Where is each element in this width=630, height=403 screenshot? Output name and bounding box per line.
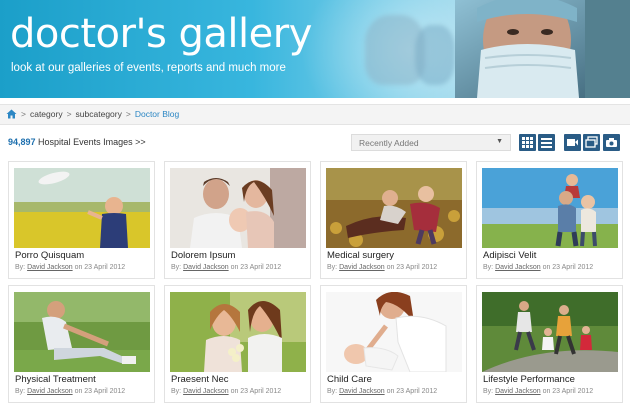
- card-thumbnail[interactable]: [170, 292, 306, 372]
- sort-selected-value: Recently Added: [359, 138, 419, 148]
- video-icon: [567, 139, 578, 146]
- list-view-button[interactable]: [538, 134, 555, 151]
- card-author-link[interactable]: David Jackson: [183, 264, 229, 271]
- card-date: on 23 April 2012: [542, 388, 594, 395]
- card-title[interactable]: Child Care: [327, 374, 372, 385]
- card-thumbnail[interactable]: [14, 168, 150, 248]
- card-thumbnail[interactable]: [14, 292, 150, 372]
- card-meta: By: David Jackson on 23 April 2012: [483, 388, 593, 395]
- card-meta: By: David Jackson on 23 April 2012: [327, 388, 437, 395]
- grid-view-button[interactable]: [519, 134, 536, 151]
- family-portrait-image: [170, 168, 306, 248]
- card-date: on 23 April 2012: [542, 264, 594, 271]
- breadcrumb-item-category[interactable]: category: [30, 109, 63, 119]
- card-author-link[interactable]: David Jackson: [339, 264, 385, 271]
- card-meta: By: David Jackson on 23 April 2012: [171, 388, 281, 395]
- card-title[interactable]: Dolorem Ipsum: [171, 250, 235, 261]
- card-title[interactable]: Porro Quisquam: [15, 250, 84, 261]
- breadcrumb-item-subcategory[interactable]: subcategory: [76, 109, 122, 119]
- card-by-label: By:: [171, 264, 182, 271]
- card-author-link[interactable]: David Jackson: [183, 388, 229, 395]
- card-by-label: By:: [483, 264, 494, 271]
- gallery-card[interactable]: Medical surgery By: David Jackson on 23 …: [320, 161, 467, 279]
- slideshow-filter-button[interactable]: [583, 134, 600, 151]
- card-thumbnail[interactable]: [326, 168, 462, 248]
- card-date: on 23 April 2012: [230, 388, 282, 395]
- grid-view-icon: [522, 137, 533, 148]
- breadcrumb-separator: >: [125, 109, 131, 119]
- card-thumbnail[interactable]: [326, 292, 462, 372]
- list-view-icon: [541, 138, 552, 148]
- card-title[interactable]: Medical surgery: [327, 250, 394, 261]
- slideshow-icon: [585, 136, 598, 148]
- card-thumbnail[interactable]: [170, 168, 306, 248]
- card-title[interactable]: Lifestyle Performance: [483, 374, 575, 385]
- boy-in-field-image: [14, 168, 150, 248]
- result-count-label: Hospital Events Images: [38, 137, 133, 147]
- gallery-card[interactable]: Adipisci Velit By: David Jackson on 23 A…: [476, 161, 623, 279]
- result-count: 94,897 Hospital Events Images >>: [8, 137, 146, 147]
- family-outdoors-image: [482, 168, 618, 248]
- card-author-link[interactable]: David Jackson: [27, 388, 73, 395]
- header-banner: doctor's gallery look at our galleries o…: [0, 0, 630, 98]
- card-author-link[interactable]: David Jackson: [495, 388, 541, 395]
- card-title[interactable]: Praesent Nec: [171, 374, 229, 385]
- card-meta: By: David Jackson on 23 April 2012: [171, 264, 281, 271]
- breadcrumb-separator: >: [21, 109, 26, 119]
- gallery-card[interactable]: Porro Quisquam By: David Jackson on 23 A…: [8, 161, 155, 279]
- card-by-label: By:: [327, 388, 338, 395]
- card-author-link[interactable]: David Jackson: [339, 388, 385, 395]
- card-author-link[interactable]: David Jackson: [495, 264, 541, 271]
- page-title: doctor's gallery: [10, 11, 312, 57]
- card-by-label: By:: [327, 264, 338, 271]
- family-autumn-leaves-image: [326, 168, 462, 248]
- doctor-photo: [455, 0, 630, 98]
- card-by-label: By:: [15, 264, 26, 271]
- card-by-label: By:: [171, 388, 182, 395]
- breadcrumb: > category > subcategory > Doctor Blog: [6, 109, 179, 119]
- card-thumbnail[interactable]: [482, 168, 618, 248]
- card-by-label: By:: [15, 388, 26, 395]
- gallery-card[interactable]: Physical Treatment By: David Jackson on …: [8, 285, 155, 403]
- gallery-card[interactable]: Praesent Nec By: David Jackson on 23 Apr…: [164, 285, 311, 403]
- breadcrumb-separator: >: [66, 109, 72, 119]
- sort-select[interactable]: Recently Added ▼: [351, 134, 511, 151]
- card-title[interactable]: Physical Treatment: [15, 374, 96, 385]
- expand-arrows[interactable]: >>: [135, 137, 146, 147]
- gallery-card[interactable]: Lifestyle Performance By: David Jackson …: [476, 285, 623, 403]
- gallery-toolbar: 94,897 Hospital Events Images >> Recentl…: [0, 132, 630, 154]
- card-date: on 23 April 2012: [74, 264, 126, 271]
- card-meta: By: David Jackson on 23 April 2012: [15, 388, 125, 395]
- card-date: on 23 April 2012: [386, 388, 438, 395]
- card-author-link[interactable]: David Jackson: [27, 264, 73, 271]
- card-thumbnail[interactable]: [482, 292, 618, 372]
- photo-filter-button[interactable]: [603, 134, 620, 151]
- gallery-card[interactable]: Dolorem Ipsum By: David Jackson on 23 Ap…: [164, 161, 311, 279]
- man-stretching-image: [14, 292, 150, 372]
- breadcrumb-item-current[interactable]: Doctor Blog: [135, 109, 179, 119]
- page-subtitle: look at our galleries of events, reports…: [11, 62, 286, 74]
- mother-with-baby-image: [326, 292, 462, 372]
- card-by-label: By:: [483, 388, 494, 395]
- breadcrumb-bar: > category > subcategory > Doctor Blog: [0, 104, 630, 125]
- card-date: on 23 April 2012: [74, 388, 126, 395]
- chevron-down-icon: ▼: [496, 138, 503, 145]
- gallery-card[interactable]: Child Care By: David Jackson on 23 April…: [320, 285, 467, 403]
- card-meta: By: David Jackson on 23 April 2012: [327, 264, 437, 271]
- card-title[interactable]: Adipisci Velit: [483, 250, 536, 261]
- banner-figure: [415, 25, 455, 85]
- card-meta: By: David Jackson on 23 April 2012: [483, 264, 593, 271]
- home-icon[interactable]: [6, 109, 17, 119]
- card-date: on 23 April 2012: [230, 264, 282, 271]
- camera-icon: [606, 138, 617, 147]
- family-running-image: [482, 292, 618, 372]
- result-count-number: 94,897: [8, 137, 36, 147]
- card-meta: By: David Jackson on 23 April 2012: [15, 264, 125, 271]
- card-date: on 23 April 2012: [386, 264, 438, 271]
- mother-daughter-flowers-image: [170, 292, 306, 372]
- video-filter-button[interactable]: [564, 134, 581, 151]
